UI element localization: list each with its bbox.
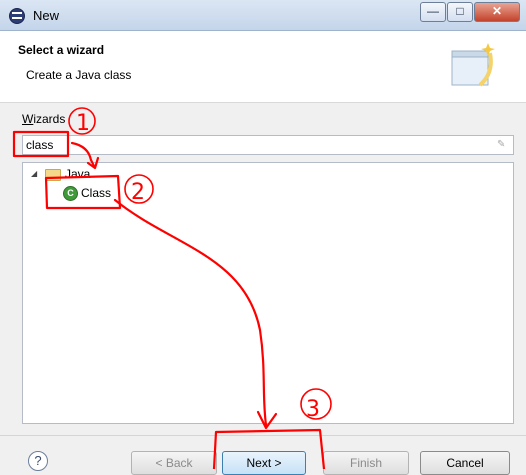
header-description: Create a Java class: [26, 68, 132, 82]
back-button[interactable]: < Back: [131, 451, 217, 475]
finish-button[interactable]: Finish: [323, 451, 409, 475]
window-title: New: [33, 8, 60, 23]
collapse-triangle-icon[interactable]: ◢: [31, 165, 37, 183]
annotation-circle-1: [68, 107, 96, 135]
tree-item-class-label: Class: [81, 186, 112, 200]
eclipse-icon: [9, 8, 25, 24]
title-bar: New — □ ✕: [0, 0, 526, 31]
cancel-button[interactable]: Cancel: [420, 451, 510, 475]
maximize-button[interactable]: □: [447, 2, 473, 22]
tree-item-java-label: Java: [65, 167, 91, 181]
header-title: Select a wizard: [18, 43, 105, 57]
wizard-header: Select a wizard Create a Java class: [0, 31, 526, 103]
clear-filter-icon[interactable]: ✎: [497, 139, 509, 150]
wizard-tree[interactable]: ◢ Java C Class: [22, 162, 514, 424]
help-icon[interactable]: ?: [28, 451, 48, 471]
wizards-label: Wizards: [22, 112, 66, 126]
wizard-banner-icon: [451, 43, 495, 87]
annotation-step-1: 1: [76, 111, 90, 136]
java-class-icon: C: [63, 186, 78, 201]
close-button[interactable]: ✕: [474, 2, 520, 22]
wizard-filter-input[interactable]: [23, 136, 489, 154]
footer-divider: [0, 435, 526, 436]
wizard-filter-field[interactable]: ✎: [22, 135, 514, 155]
folder-open-icon: [45, 169, 61, 181]
minimize-button[interactable]: —: [420, 2, 446, 22]
next-button[interactable]: Next >: [222, 451, 306, 475]
